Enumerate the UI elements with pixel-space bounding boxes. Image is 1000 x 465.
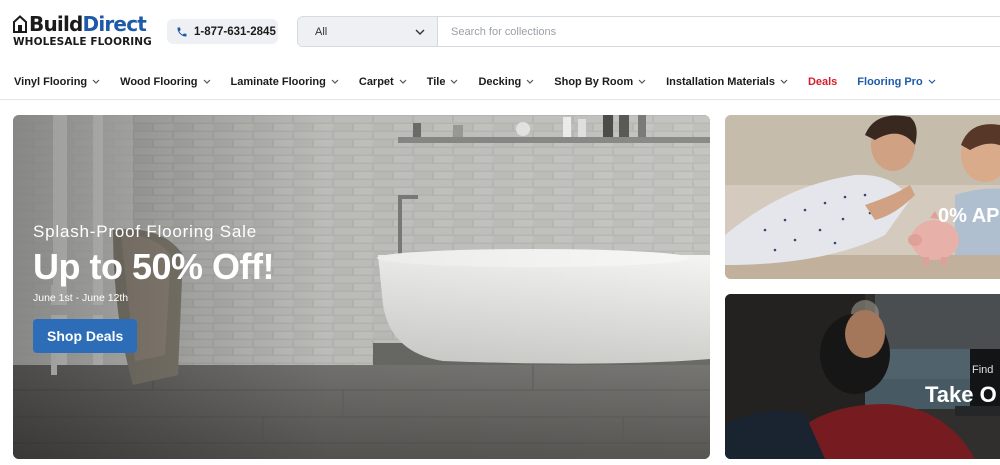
phone-number: 1-877-631-2845	[194, 25, 276, 38]
chevron-down-icon	[638, 79, 646, 84]
chevron-down-icon	[203, 79, 211, 84]
hero-banner[interactable]: Splash-Proof Flooring Sale Up to 50% Off…	[13, 115, 710, 459]
logo-tagline: WHOLESALE FLOORING	[13, 36, 152, 48]
phone-button[interactable]: 1-877-631-2845	[167, 19, 278, 44]
search-category-select[interactable]: All	[298, 17, 438, 46]
nav-flooring-pro[interactable]: Flooring Pro	[857, 75, 936, 88]
search-category-label: All	[315, 25, 328, 38]
nav-label: Installation Materials	[666, 75, 775, 88]
hero-headline: Up to 50% Off!	[33, 246, 275, 287]
nav-wood-flooring[interactable]: Wood Flooring	[120, 76, 210, 88]
chevron-down-icon	[780, 79, 788, 84]
chevron-down-icon	[928, 79, 936, 84]
nav-label: Deals	[807, 75, 838, 88]
search-bar: All	[297, 16, 1000, 47]
family-piggy-bank-image	[725, 115, 1000, 279]
nav-tile[interactable]: Tile	[427, 76, 459, 88]
phone-icon	[176, 26, 188, 38]
chevron-down-icon	[415, 23, 425, 41]
chevron-down-icon	[450, 79, 458, 84]
promo-card-takeoff-eyebrow: Find	[972, 364, 994, 376]
house-icon	[13, 15, 27, 33]
nav-installation-materials[interactable]: Installation Materials	[666, 76, 788, 88]
promo-card-takeoff-headline: Take O	[925, 382, 997, 407]
nav-vinyl-flooring[interactable]: Vinyl Flooring	[14, 76, 100, 88]
nav-label: Decking	[478, 75, 522, 88]
nav-label: Flooring Pro	[857, 75, 923, 88]
promo-card-financing[interactable]: 0% AP	[725, 115, 1000, 279]
nav-label: Vinyl Flooring	[14, 75, 88, 88]
shop-deals-button[interactable]: Shop Deals	[33, 319, 138, 353]
nav-label: Carpet	[358, 75, 394, 88]
nav-label: Laminate Flooring	[230, 75, 326, 88]
chevron-down-icon	[331, 79, 339, 84]
hero-dates: June 1st - June 12th	[33, 292, 129, 304]
chevron-down-icon	[526, 79, 534, 84]
nav-laminate-flooring[interactable]: Laminate Flooring	[231, 76, 339, 88]
nav-deals[interactable]: Deals	[808, 76, 837, 88]
main-nav: Vinyl Flooring Wood Flooring Laminate Fl…	[0, 64, 1000, 100]
nav-label: Shop By Room	[554, 75, 634, 88]
nav-label: Tile	[426, 75, 446, 88]
nav-carpet[interactable]: Carpet	[359, 76, 407, 88]
nav-decking[interactable]: Decking	[478, 76, 534, 88]
nav-shop-by-room[interactable]: Shop By Room	[554, 76, 646, 88]
chevron-down-icon	[399, 79, 407, 84]
search-input[interactable]	[438, 17, 1000, 46]
chevron-down-icon	[92, 79, 100, 84]
hero-eyebrow: Splash-Proof Flooring Sale	[33, 222, 257, 241]
logo-direct-text: Direct	[82, 12, 147, 36]
logo-wordmark: Build Direct	[13, 12, 148, 36]
promo-card-financing-headline: 0% AP	[938, 205, 1000, 227]
nav-label: Wood Flooring	[120, 75, 198, 88]
person-laptop-image	[725, 294, 1000, 459]
promo-card-takeoff[interactable]: Find Take O	[725, 294, 1000, 459]
logo-build-text: Build	[29, 12, 83, 36]
hero-text-block: Splash-Proof Flooring Sale Up to 50% Off…	[33, 222, 275, 353]
builddirect-logo[interactable]: Build Direct WHOLESALE FLOORING	[13, 12, 152, 49]
site-header: Build Direct WHOLESALE FLOORING 1-877-631…	[0, 0, 1000, 64]
